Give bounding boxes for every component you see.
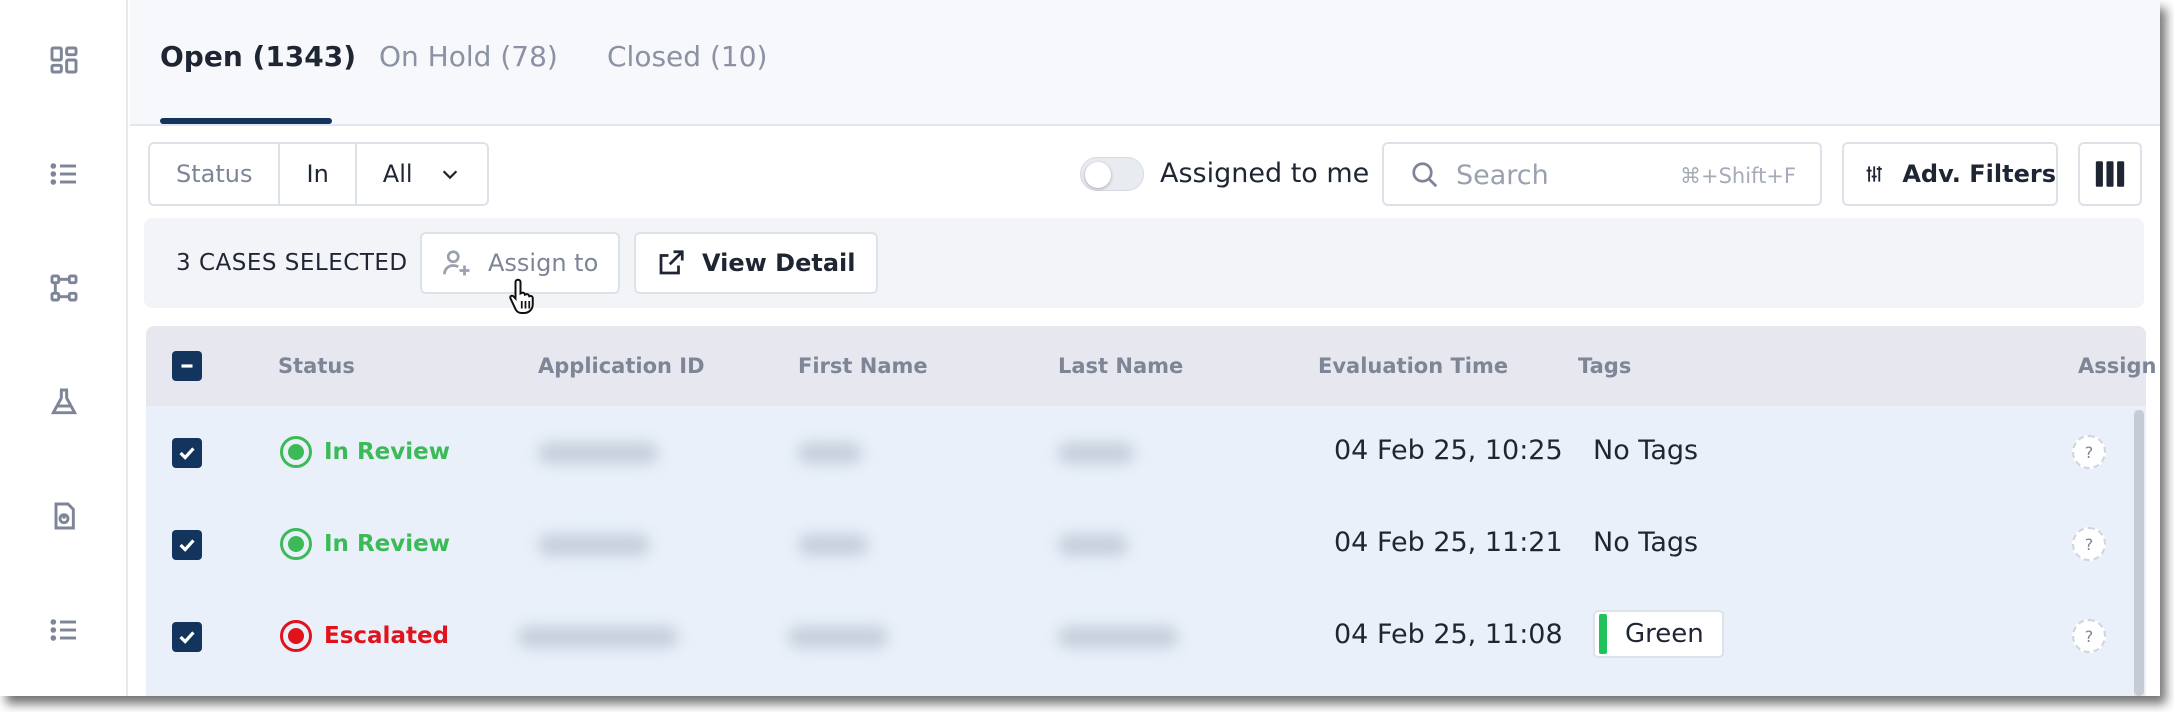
tab-bar: Open (1343) On Hold (78) Closed (10) [130,0,2160,126]
user-plus-icon [443,250,470,276]
adv-filters-label: Adv. Filters [1902,160,2056,188]
assigned-to-me-toggle[interactable] [1080,157,1144,191]
view-detail-label: View Detail [702,249,856,277]
tags-value: No Tags [1593,435,1699,466]
first-name-redacted [798,534,868,556]
column-header-application-id[interactable]: Application ID [538,354,705,378]
status-filter-label: Status [150,144,281,204]
status-filter-operator[interactable]: In [280,144,357,204]
list-alt-icon[interactable] [46,612,82,648]
tab-on-hold[interactable]: On Hold (78) [379,40,558,73]
chevron-down-icon [442,170,457,180]
row-checkbox[interactable] [172,530,202,560]
first-name-redacted [798,442,862,464]
tags-value: No Tags [1593,527,1699,558]
hand-cursor-icon [509,278,534,314]
select-all-checkbox[interactable] [172,351,202,381]
column-header-first-name[interactable]: First Name [798,354,928,378]
unassigned-avatar-icon[interactable]: ? [2072,527,2106,561]
last-name-redacted [1058,534,1128,556]
adv-filters-button[interactable]: Adv. Filters [1842,142,2058,206]
columns-icon [2095,161,2125,187]
selected-count: 3 CASES SELECTED [176,250,408,276]
search-input[interactable]: Search ⌘+Shift+F [1382,142,1822,206]
tag-color-bar [1599,614,1607,654]
assigned-to-me-label: Assigned to me [1160,158,1370,189]
table-header: Status Application ID First Name Last Na… [146,326,2156,406]
unassigned-avatar-icon[interactable]: ? [2072,619,2106,653]
sidebar [0,0,128,696]
flask-icon[interactable] [46,384,82,420]
columns-button[interactable] [2078,142,2142,206]
assign-to-label: Assign to [488,249,599,277]
unassigned-avatar-icon[interactable]: ? [2072,435,2106,469]
status-badge: In Review [280,436,450,468]
column-header-status[interactable]: Status [278,354,355,378]
external-link-icon [659,250,684,275]
status-filter: Status In All [148,142,489,206]
search-placeholder: Search [1456,160,1549,191]
status-escalated-icon [280,620,312,652]
dashboard-icon[interactable] [46,42,82,78]
tab-closed[interactable]: Closed (10) [607,40,767,73]
row-checkbox[interactable] [172,438,202,468]
first-name-redacted [788,626,888,648]
app-window: Open (1343) On Hold (78) Closed (10) Sta… [0,0,2160,696]
column-header-tags[interactable]: Tags [1578,354,1631,378]
list-icon[interactable] [46,156,82,192]
column-header-evaluation-time[interactable]: Evaluation Time [1318,354,1508,378]
evaluation-time: 04 Feb 25, 11:21 [1334,527,1563,558]
evaluation-time: 04 Feb 25, 10:25 [1334,435,1563,466]
table-body: In Review 04 Feb 25, 10:25 No Tags ? In … [146,406,2146,696]
row-checkbox[interactable] [172,622,202,652]
tag-chip[interactable]: Green [1593,610,1724,658]
table-row[interactable]: In Review 04 Feb 25, 11:21 No Tags ? [146,498,2146,590]
column-header-assign[interactable]: Assign [2078,354,2156,378]
application-id-redacted [538,442,658,464]
search-icon [1412,162,1438,188]
last-name-redacted [1058,626,1178,648]
status-badge: Escalated [280,620,449,652]
application-id-redacted [538,534,650,556]
search-shortcut: ⌘+Shift+F [1679,164,1796,188]
sliders-icon [1866,166,1882,182]
last-name-redacted [1058,442,1134,464]
status-filter-value-dropdown[interactable]: All [357,144,487,204]
main-content: Open (1343) On Hold (78) Closed (10) Sta… [130,0,2160,696]
status-badge: In Review [280,528,450,560]
scrollbar-thumb[interactable] [2134,410,2144,696]
table-row[interactable]: Escalated 04 Feb 25, 11:08 Green ? [146,590,2146,682]
report-icon[interactable] [46,498,82,534]
status-in-review-icon [280,436,312,468]
evaluation-time: 04 Feb 25, 11:08 [1334,619,1563,650]
column-header-last-name[interactable]: Last Name [1058,354,1183,378]
tab-open[interactable]: Open (1343) [160,40,356,73]
view-detail-button[interactable]: View Detail [634,232,878,294]
active-tab-indicator [160,118,332,124]
workflow-icon[interactable] [46,270,82,306]
application-id-redacted [518,626,678,648]
selection-bar: 3 CASES SELECTED Assign to View Detail [144,218,2144,308]
table-row[interactable]: In Review 04 Feb 25, 10:25 No Tags ? [146,406,2146,498]
status-in-review-icon [280,528,312,560]
status-filter-value: All [382,160,413,188]
